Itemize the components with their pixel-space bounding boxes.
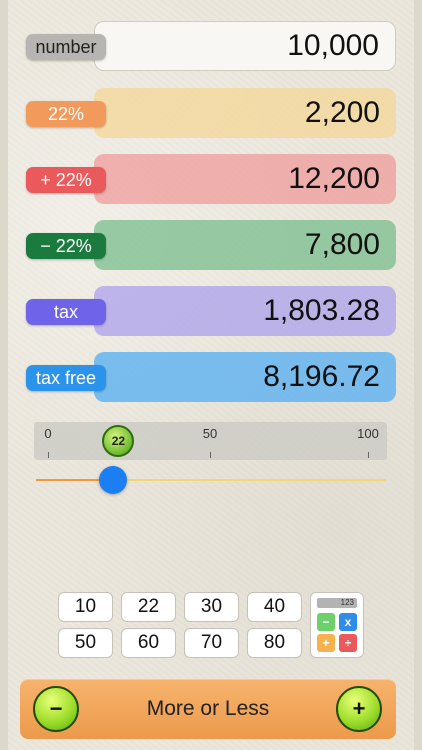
scale-tick-mid — [210, 452, 211, 458]
calc-minus-icon: − — [317, 613, 335, 631]
percent-row: 2,200 22% — [24, 88, 396, 138]
percent-value: 2,200 — [94, 88, 396, 138]
number-row: 10,000 number — [24, 21, 396, 71]
preset-30-button[interactable]: 30 — [184, 592, 239, 622]
slider-value-bubble: 22 — [102, 425, 135, 457]
percent-scale: 0 50 100 22 — [34, 422, 387, 460]
calculator-screen: 123 — [317, 598, 357, 608]
preset-10-button[interactable]: 10 — [58, 592, 113, 622]
more-or-less-bar: More or Less − + — [20, 679, 396, 739]
minus-percent-value: 7,800 — [94, 220, 396, 270]
number-value-field[interactable]: 10,000 — [94, 21, 396, 71]
decrease-button[interactable]: − — [33, 686, 79, 732]
scale-max-label: 100 — [357, 426, 379, 441]
plus-percent-value: 12,200 — [94, 154, 396, 204]
slider-knob[interactable] — [99, 466, 127, 494]
plus-percent-row: 12,200 + 22% — [24, 154, 396, 204]
percent-slider[interactable] — [36, 466, 386, 494]
tax-free-value: 8,196.72 — [94, 352, 396, 402]
tax-value: 1,803.28 — [94, 286, 396, 336]
tax-free-row: 8,196.72 tax free — [24, 352, 396, 402]
tax-label: tax — [26, 299, 106, 325]
calculator-button[interactable]: 123 − x + ÷ — [310, 592, 364, 658]
percent-label: 22% — [26, 101, 106, 127]
minus-percent-row: 7,800 − 22% — [24, 220, 396, 270]
number-label: number — [26, 34, 106, 60]
calc-multiply-icon: x — [339, 613, 357, 631]
preset-40-button[interactable]: 40 — [247, 592, 302, 622]
tax-free-label: tax free — [26, 365, 106, 391]
plus-percent-label: + 22% — [26, 167, 106, 193]
calc-plus-icon: + — [317, 634, 335, 652]
scale-min-label: 0 — [44, 426, 52, 441]
preset-80-button[interactable]: 80 — [247, 628, 302, 658]
scale-mid-label: 50 — [202, 426, 218, 441]
preset-50-button[interactable]: 50 — [58, 628, 113, 658]
scale-tick-max — [368, 452, 369, 458]
preset-70-button[interactable]: 70 — [184, 628, 239, 658]
preset-22-button[interactable]: 22 — [121, 592, 176, 622]
left-edge — [0, 0, 8, 750]
calc-divide-icon: ÷ — [339, 634, 357, 652]
right-edge — [414, 0, 422, 750]
scale-tick-min — [48, 452, 49, 458]
tax-row: 1,803.28 tax — [24, 286, 396, 336]
increase-button[interactable]: + — [336, 686, 382, 732]
preset-60-button[interactable]: 60 — [121, 628, 176, 658]
minus-percent-label: − 22% — [26, 233, 106, 259]
